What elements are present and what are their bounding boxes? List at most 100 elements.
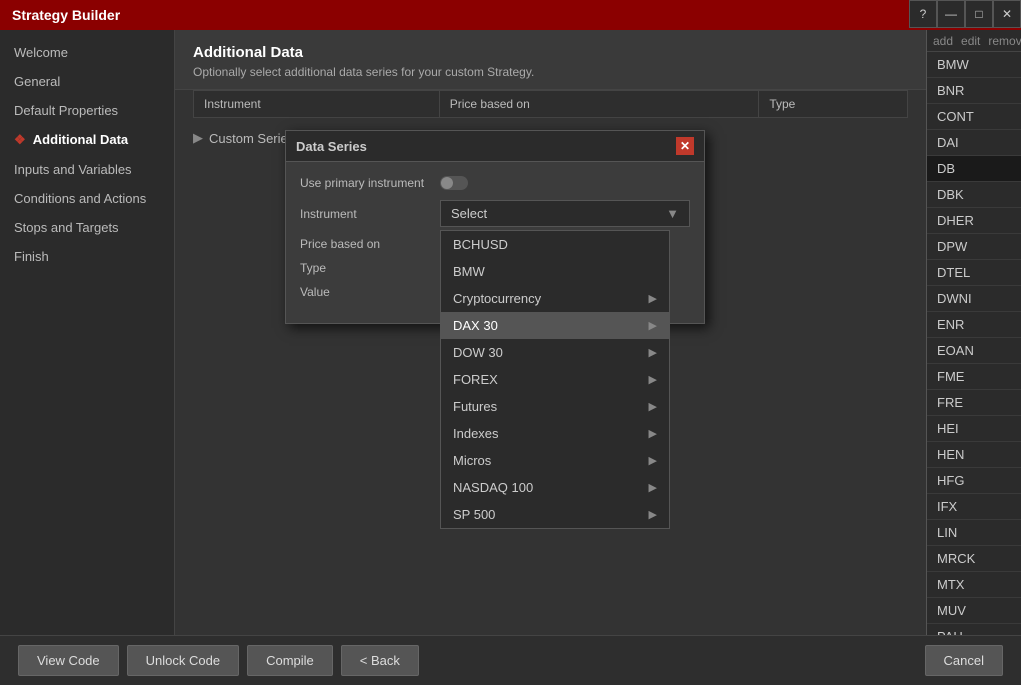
instrument-list-item[interactable]: DHER bbox=[927, 208, 1021, 234]
maximize-button[interactable]: □ bbox=[965, 0, 993, 28]
instrument-list-item[interactable]: DBK bbox=[927, 182, 1021, 208]
back-button[interactable]: < Back bbox=[341, 645, 419, 676]
sidebar-item-label: Welcome bbox=[14, 45, 68, 60]
view-code-button[interactable]: View Code bbox=[18, 645, 119, 676]
dropdown-item-label: FOREX bbox=[453, 372, 498, 387]
submenu-arrow-icon: ▶ bbox=[649, 373, 657, 386]
close-button[interactable]: ✕ bbox=[993, 0, 1021, 28]
dropdown-item-label: NASDAQ 100 bbox=[453, 480, 533, 495]
instrument-list-item[interactable]: DAI bbox=[927, 130, 1021, 156]
instrument-list-item[interactable]: DPW bbox=[927, 234, 1021, 260]
sidebar-item-welcome[interactable]: Welcome bbox=[0, 38, 174, 67]
sidebar-item-label: Default Properties bbox=[14, 103, 118, 118]
dropdown-item-nasdaq100[interactable]: NASDAQ 100 ▶ bbox=[441, 474, 669, 501]
col-type: Type bbox=[759, 91, 908, 118]
instrument-select-container: Select ▼ BCHUSD BMW bbox=[440, 200, 690, 227]
instrument-list-item[interactable]: PAH bbox=[927, 624, 1021, 635]
dropdown-item-futures[interactable]: Futures ▶ bbox=[441, 393, 669, 420]
sidebar-item-label: Conditions and Actions bbox=[14, 191, 146, 206]
right-panel: add edit remove BMWBNRCONTDAIDBDBKDHERDP… bbox=[926, 30, 1021, 635]
content-title: Additional Data bbox=[193, 44, 908, 61]
instrument-list-item[interactable]: EOAN bbox=[927, 338, 1021, 364]
instrument-list-item[interactable]: DTEL bbox=[927, 260, 1021, 286]
instrument-list-item[interactable]: LIN bbox=[927, 520, 1021, 546]
sidebar-item-label: Inputs and Variables bbox=[14, 162, 132, 177]
sidebar: Welcome General Default Properties ❖ Add… bbox=[0, 30, 175, 635]
dropdown-item-bchusd[interactable]: BCHUSD bbox=[441, 231, 669, 258]
select-placeholder: Select bbox=[451, 206, 487, 221]
dropdown-item-indexes[interactable]: Indexes ▶ bbox=[441, 420, 669, 447]
custom-series-label: Custom Series bbox=[209, 131, 294, 146]
right-buttons: Cancel bbox=[925, 645, 1003, 676]
dropdown-item-label: BCHUSD bbox=[453, 237, 508, 252]
instrument-list-item[interactable]: MUV bbox=[927, 598, 1021, 624]
use-primary-instrument-label: Use primary instrument bbox=[300, 176, 430, 190]
app-title: Strategy Builder bbox=[12, 7, 120, 23]
use-primary-toggle[interactable] bbox=[440, 176, 468, 190]
submenu-arrow-icon: ▶ bbox=[649, 400, 657, 413]
sidebar-item-label: General bbox=[14, 74, 60, 89]
edit-action[interactable]: edit bbox=[961, 34, 980, 48]
submenu-arrow-icon: ▶ bbox=[649, 346, 657, 359]
sidebar-item-label: Stops and Targets bbox=[14, 220, 119, 235]
instrument-list-item[interactable]: BNR bbox=[927, 78, 1021, 104]
dropdown-item-cryptocurrency[interactable]: Cryptocurrency ▶ bbox=[441, 285, 669, 312]
dialog-title: Data Series bbox=[296, 139, 367, 154]
submenu-arrow-icon: ▶ bbox=[649, 508, 657, 521]
dropdown-item-sp500[interactable]: SP 500 ▶ bbox=[441, 501, 669, 528]
instrument-list-item[interactable]: CONT bbox=[927, 104, 1021, 130]
content-subtitle: Optionally select additional data series… bbox=[193, 65, 908, 79]
sidebar-item-additional-data[interactable]: ❖ Additional Data bbox=[0, 125, 174, 155]
minimize-button[interactable]: — bbox=[937, 0, 965, 28]
help-button[interactable]: ? bbox=[909, 0, 937, 28]
sidebar-item-label: Finish bbox=[14, 249, 49, 264]
unlock-code-button[interactable]: Unlock Code bbox=[127, 645, 239, 676]
dialog-title-bar: Data Series ✕ bbox=[286, 131, 704, 162]
instrument-dropdown-menu: BCHUSD BMW Cryptocurrency ▶ bbox=[440, 230, 670, 529]
dropdown-item-dow30[interactable]: DOW 30 ▶ bbox=[441, 339, 669, 366]
instrument-list: BMWBNRCONTDAIDBDBKDHERDPWDTELDWNIENREOAN… bbox=[927, 52, 1021, 635]
submenu-arrow-icon: ▶ bbox=[649, 481, 657, 494]
col-price-based-on: Price based on bbox=[439, 91, 759, 118]
sidebar-item-conditions-actions[interactable]: Conditions and Actions bbox=[0, 184, 174, 213]
dropdown-item-micros[interactable]: Micros ▶ bbox=[441, 447, 669, 474]
instrument-list-item[interactable]: BMW bbox=[927, 52, 1021, 78]
type-label: Type bbox=[300, 261, 430, 275]
instrument-list-item[interactable]: HEI bbox=[927, 416, 1021, 442]
instrument-list-item[interactable]: HFG bbox=[927, 468, 1021, 494]
sidebar-item-finish[interactable]: Finish bbox=[0, 242, 174, 271]
cancel-button[interactable]: Cancel bbox=[925, 645, 1003, 676]
sidebar-item-stops-targets[interactable]: Stops and Targets bbox=[0, 213, 174, 242]
instrument-row: Instrument Select ▼ BCHUSD bbox=[300, 200, 690, 227]
add-action[interactable]: add bbox=[933, 34, 953, 48]
dropdown-item-label: BMW bbox=[453, 264, 485, 279]
instrument-list-item[interactable]: MTX bbox=[927, 572, 1021, 598]
compile-button[interactable]: Compile bbox=[247, 645, 333, 676]
instrument-list-item[interactable]: HEN bbox=[927, 442, 1021, 468]
instrument-list-item[interactable]: FRE bbox=[927, 390, 1021, 416]
sidebar-item-general[interactable]: General bbox=[0, 67, 174, 96]
instrument-list-item[interactable]: DWNI bbox=[927, 286, 1021, 312]
bottom-bar: View Code Unlock Code Compile < Back Can… bbox=[0, 635, 1021, 685]
dropdown-item-forex[interactable]: FOREX ▶ bbox=[441, 366, 669, 393]
submenu-arrow-icon: ▶ bbox=[649, 292, 657, 305]
sidebar-item-default-properties[interactable]: Default Properties bbox=[0, 96, 174, 125]
instrument-list-item[interactable]: ENR bbox=[927, 312, 1021, 338]
dropdown-item-label: DAX 30 bbox=[453, 318, 498, 333]
instrument-list-item[interactable]: IFX bbox=[927, 494, 1021, 520]
remove-action[interactable]: remove bbox=[988, 34, 1021, 48]
chevron-down-icon: ▼ bbox=[666, 206, 679, 221]
submenu-arrow-icon: ▶ bbox=[649, 454, 657, 467]
dropdown-item-dax30[interactable]: DAX 30 ▶ bbox=[441, 312, 669, 339]
dialog-close-button[interactable]: ✕ bbox=[676, 137, 694, 155]
instrument-list-item[interactable]: MRCK bbox=[927, 546, 1021, 572]
dropdown-item-bmw[interactable]: BMW bbox=[441, 258, 669, 285]
instrument-list-item[interactable]: FME bbox=[927, 364, 1021, 390]
dropdown-item-label: DOW 30 bbox=[453, 345, 503, 360]
instrument-select[interactable]: Select ▼ bbox=[440, 200, 690, 227]
sidebar-item-inputs-variables[interactable]: Inputs and Variables bbox=[0, 155, 174, 184]
instrument-list-item[interactable]: DB bbox=[927, 156, 1021, 182]
instrument-label: Instrument bbox=[300, 207, 430, 221]
dropdown-item-label: Cryptocurrency bbox=[453, 291, 541, 306]
submenu-arrow-icon: ▶ bbox=[649, 319, 657, 332]
